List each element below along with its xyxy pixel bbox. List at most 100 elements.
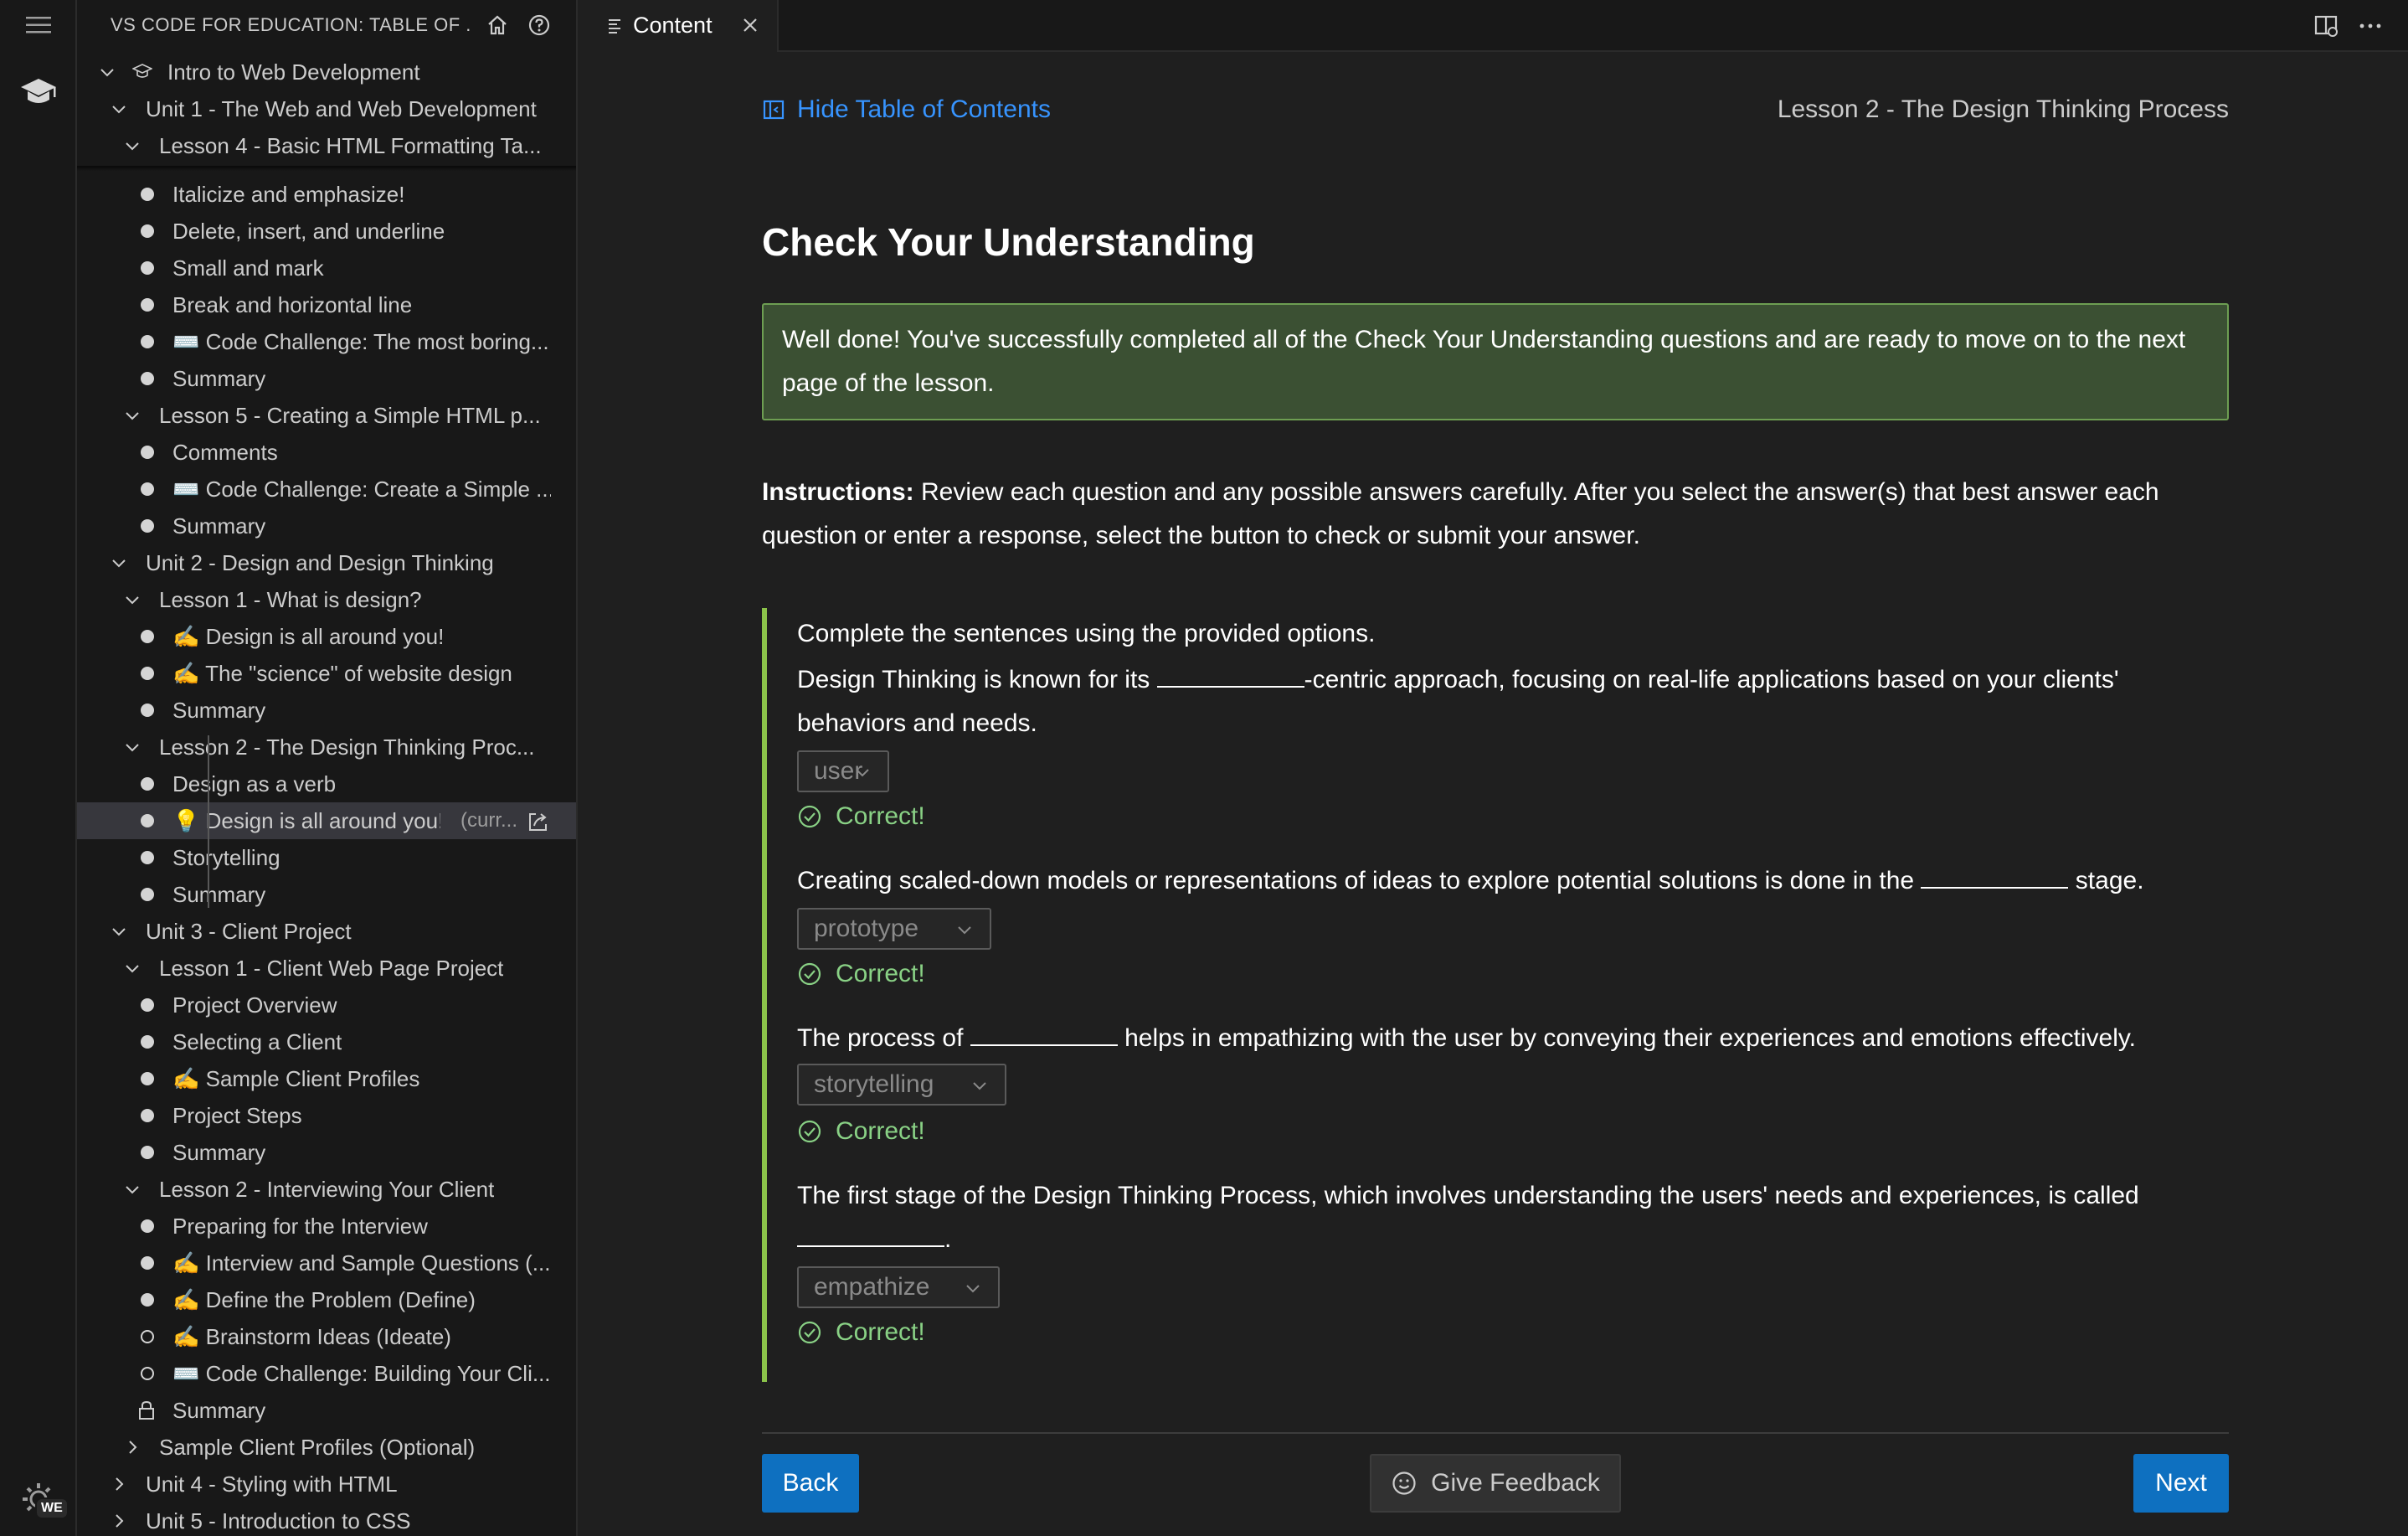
toc-page-item[interactable]: Small and mark — [77, 250, 576, 286]
toc-item-label: Design as a verb — [172, 771, 337, 796]
toc-page-item[interactable]: Summary — [77, 1392, 576, 1429]
answer-value: storytelling — [814, 1070, 934, 1098]
toc-page-item[interactable]: ✍️ Brainstorm Ideas (Ideate) — [77, 1318, 576, 1355]
document-icon — [609, 19, 620, 34]
toc-item-label: Delete, insert, and underline — [172, 218, 445, 244]
toc-item-label: Sample Client Profiles (Optional) — [159, 1434, 476, 1460]
home-icon[interactable] — [484, 12, 511, 39]
answer-dropdown[interactable]: storytelling — [797, 1064, 1006, 1106]
chevron-down-icon — [97, 62, 117, 82]
correct-feedback: Correct! — [797, 1318, 925, 1347]
sentence-after: . — [944, 1225, 952, 1253]
toc-page-item[interactable]: ✍️ The "science" of website design — [77, 655, 576, 692]
incomplete-dot-icon — [141, 1367, 154, 1380]
give-feedback-button[interactable]: Give Feedback — [1370, 1454, 1621, 1513]
toc-item-label: Summary — [172, 1397, 266, 1423]
hide-toc-link[interactable]: Hide Table of Contents — [762, 95, 1051, 124]
complete-dot-icon — [141, 446, 154, 459]
toc-section-item[interactable]: Unit 4 - Styling with HTML — [77, 1466, 576, 1502]
help-icon[interactable] — [526, 12, 553, 39]
toc-page-item[interactable]: Preparing for the Interview — [77, 1208, 576, 1245]
toc-page-item[interactable]: Summary — [77, 360, 576, 397]
toc-page-item[interactable]: Italicize and emphasize! — [77, 176, 576, 213]
complete-dot-icon — [141, 1293, 154, 1307]
toc-page-item[interactable]: Summary — [77, 508, 576, 544]
table-of-contents-sidebar: VS CODE FOR EDUCATION: TABLE OF ... Intr… — [77, 0, 578, 1536]
chevron-down-icon — [973, 1082, 986, 1090]
next-button[interactable]: Next — [2133, 1454, 2229, 1513]
toc-page-item[interactable]: Comments — [77, 434, 576, 471]
account-badge: WE — [35, 1497, 69, 1519]
chevron-down-icon — [109, 921, 129, 941]
toc-page-item[interactable]: ⌨️ Code Challenge: The most boring... — [77, 323, 576, 360]
toc-page-item[interactable]: ✍️ Design is all around you! — [77, 618, 576, 655]
question-prompt: Complete the sentences using the provide… — [797, 620, 1376, 647]
sidebar-header: VS CODE FOR EDUCATION: TABLE OF ... — [77, 0, 576, 50]
open-page-icon[interactable] — [526, 809, 551, 834]
toc-item-label: Preparing for the Interview — [172, 1213, 428, 1239]
complete-dot-icon — [141, 1146, 154, 1159]
toc-item-label: Unit 3 - Client Project — [146, 918, 352, 944]
open-preview-icon[interactable] — [2313, 12, 2341, 40]
graduation-cap-icon[interactable] — [0, 67, 77, 117]
toc-page-item[interactable]: ✍️ Define the Problem (Define) — [77, 1281, 576, 1318]
complete-dot-icon — [141, 372, 154, 385]
toc-page-item[interactable]: Storytelling — [77, 839, 576, 876]
toc-page-item[interactable]: Project Overview — [77, 987, 576, 1023]
tab-content[interactable]: Content — [578, 0, 779, 52]
toc-page-item[interactable]: Break and horizontal line — [77, 286, 576, 323]
toc-item-label: ✍️ Sample Client Profiles — [172, 1065, 420, 1091]
toc-item-label: Summary — [172, 365, 266, 391]
toc-section-item[interactable]: Unit 2 - Design and Design Thinking — [77, 544, 576, 581]
toc-section-item[interactable]: Unit 3 - Client Project — [77, 913, 576, 950]
answer-dropdown[interactable]: prototype — [797, 908, 991, 950]
menu-icon[interactable] — [0, 8, 77, 42]
toc-page-item[interactable]: Design as a verb — [77, 765, 576, 802]
sticky-header-shadow — [77, 166, 576, 171]
answer-dropdown[interactable]: user — [797, 750, 889, 792]
question-sentence: Design Thinking is known for its -centri… — [797, 658, 2229, 745]
tab-label: Content — [633, 13, 713, 38]
manage-gear-icon[interactable]: WE — [0, 1472, 77, 1526]
complete-dot-icon — [141, 1256, 154, 1270]
toc-section-item[interactable]: Lesson 5 - Creating a Simple HTML p... — [77, 397, 576, 434]
toc-section-item[interactable]: Unit 1 - The Web and Web Development — [77, 90, 576, 127]
check-circle-icon — [798, 1120, 821, 1143]
toc-section-item[interactable]: Lesson 2 - The Design Thinking Proc... — [77, 729, 576, 765]
toc-section-item[interactable]: Lesson 4 - Basic HTML Formatting Ta... — [77, 127, 576, 164]
toc-item-label: Unit 4 - Styling with HTML — [146, 1471, 398, 1497]
toc-item-label: Lesson 2 - The Design Thinking Proc... — [159, 734, 535, 760]
toc-page-item[interactable]: Selecting a Client — [77, 1023, 576, 1060]
toc-section-item[interactable]: Lesson 1 - Client Web Page Project — [77, 950, 576, 987]
toc-page-item[interactable]: Summary — [77, 692, 576, 729]
success-message: Well done! You've successfully completed… — [762, 303, 2229, 420]
back-button[interactable]: Back — [762, 1454, 859, 1513]
toc-section-item[interactable]: Unit 5 - Introduction to CSS — [77, 1502, 576, 1536]
toc-page-item[interactable]: ⌨️ Code Challenge: Create a Simple ... — [77, 471, 576, 508]
toc-section-item[interactable]: Lesson 1 - What is design? — [77, 581, 576, 618]
complete-dot-icon — [141, 814, 154, 827]
toc-item-label: Unit 1 - The Web and Web Development — [146, 95, 537, 121]
toc-page-item[interactable]: Summary — [77, 1134, 576, 1171]
toc-section-item[interactable]: Sample Client Profiles (Optional) — [77, 1429, 576, 1466]
answer-dropdown[interactable]: empathize — [797, 1266, 1000, 1308]
toc-page-item[interactable]: 💡 Design is all around you! (curr... — [77, 802, 576, 839]
toc-page-item[interactable]: Project Steps — [77, 1097, 576, 1134]
toc-item-label: Summary — [172, 1139, 266, 1165]
toc-item-label: Summary — [172, 881, 266, 907]
give-feedback-label: Give Feedback — [1431, 1469, 1600, 1497]
toc-page-item[interactable]: Delete, insert, and underline — [77, 213, 576, 250]
toc-section-item[interactable]: Lesson 2 - Interviewing Your Client — [77, 1171, 576, 1208]
chevron-down-icon — [958, 926, 971, 935]
toc-page-item[interactable]: ✍️ Sample Client Profiles — [77, 1060, 576, 1097]
answer-blank — [1156, 664, 1304, 688]
toc-page-item[interactable]: ⌨️ Code Challenge: Building Your Cli... — [77, 1355, 576, 1392]
toc-page-item[interactable]: Summary — [77, 876, 576, 913]
toc-page-item[interactable]: ✍️ Interview and Sample Questions (... — [77, 1245, 576, 1281]
complete-dot-icon — [141, 888, 154, 901]
more-actions-icon[interactable] — [2356, 12, 2385, 40]
toc-section-item[interactable]: Intro to Web Development — [77, 54, 576, 90]
close-icon[interactable] — [738, 13, 762, 37]
toc-panel-icon — [763, 100, 785, 120]
answer-blank — [797, 1224, 944, 1247]
